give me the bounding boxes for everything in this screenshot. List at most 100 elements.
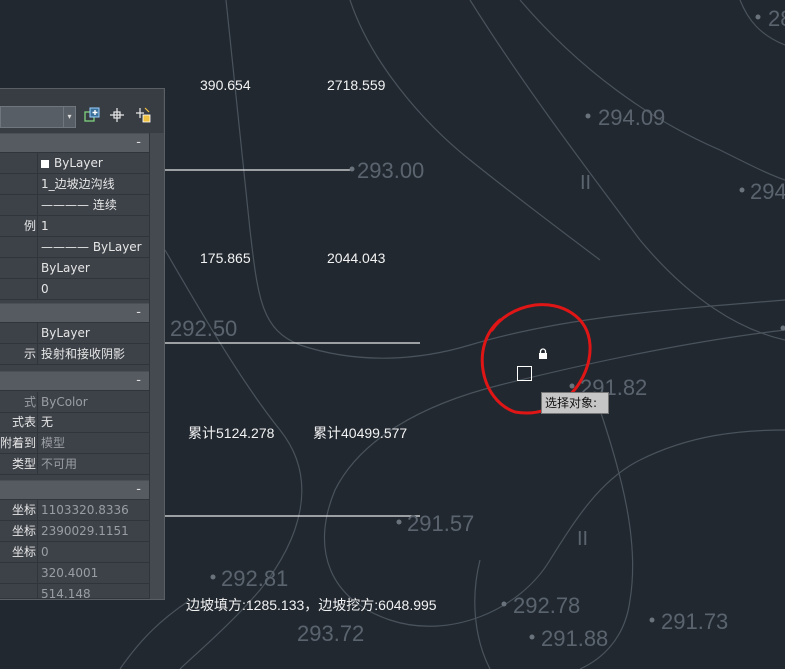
elevation-point [349,166,355,172]
elevation-label: 292.50 [170,316,238,341]
property-value[interactable]: 1 [37,216,149,236]
elevation-label: 291.57 [407,511,475,536]
property-row-lineweight[interactable]: ———— ByLayer [0,237,149,258]
property-key: 坐标 [11,545,36,559]
property-row-shadow-display[interactable]: 示投射和接收阴影 [0,344,149,365]
pickadd-toggle-icon[interactable] [134,107,152,125]
property-value[interactable]: 模型 [37,433,149,453]
table-value[interactable]: 2718.559 [327,77,385,93]
collapse-icon[interactable]: - [136,305,141,320]
property-key [0,258,37,278]
property-key [0,279,37,299]
property-value[interactable]: ByLayer [37,153,149,173]
property-value[interactable]: 2390029.1151 [37,521,149,541]
contour-line [519,0,785,181]
property-value[interactable]: 1_边坡边沟线 [37,174,149,194]
table-value[interactable]: 390.654 [200,77,251,93]
contour-line [119,599,191,669]
property-value[interactable]: 0 [37,279,149,299]
property-row-plot-style-table[interactable]: 式表无 [0,412,149,433]
collapse-icon[interactable]: - [136,373,141,388]
property-row-material[interactable]: ByLayer [0,323,149,344]
elevation-label: 28 [768,6,785,31]
contour-tick-mark: II [577,528,589,550]
cumulative-cut-value[interactable]: 累计40499.577 [313,423,407,443]
property-value[interactable]: ByLayer [37,323,149,343]
cumulative-fill-value[interactable]: 累计5124.278 [188,423,274,443]
elevation-point [739,187,745,193]
collapse-icon[interactable]: - [136,482,141,497]
section-header-plot-style[interactable]: - [0,371,149,391]
command-tooltip: 选择对象: [541,392,609,414]
property-row-x-coordinate[interactable]: 坐标 1103320.8336 [0,500,149,521]
section-header-3d-visualization[interactable]: - [0,303,149,323]
object-type-dropdown[interactable]: ▾ [0,106,76,128]
property-value[interactable]: 无 [37,412,149,432]
property-value[interactable]: 0 [37,542,149,562]
property-value[interactable]: ———— ByLayer [37,237,149,257]
properties-palette[interactable]: ▾ - ByLayer 1_边坡边沟线 ———— 连续 例1 ———— ByLa… [0,88,165,600]
elevation-point [585,113,591,119]
select-objects-icon[interactable] [108,107,126,125]
elevation-label: 291.73 [661,609,729,634]
property-key: 坐标 [11,503,36,517]
property-key [0,195,37,215]
property-value[interactable]: 1103320.8336 [37,500,149,520]
property-row-plot-table-type[interactable]: 类型 不可用 [0,454,149,475]
property-key: 附着到 [0,436,36,450]
elevation-label: 292.81 [221,566,289,591]
property-row-color[interactable]: ByLayer [0,153,149,174]
elevation-point [569,383,575,389]
property-value[interactable]: 不可用 [37,454,149,474]
contour-line [469,0,785,341]
color-swatch [41,159,49,168]
property-key: 例 [23,219,36,233]
property-row-linetype[interactable]: ———— 连续 [0,195,149,216]
property-key [0,323,37,343]
elevation-label: 294 [750,179,785,204]
property-key: 示 [23,347,36,361]
cursor-pickbox [517,366,532,381]
property-row-length[interactable]: 320.4001 [0,563,149,584]
elevation-point [501,601,507,607]
quick-select-icon[interactable] [83,107,101,125]
property-value[interactable]: ByLayer [37,258,149,278]
elevation-point [755,14,761,20]
contour-line [323,329,785,627]
palette-scrollbar[interactable] [149,133,164,599]
property-row-layer[interactable]: 1_边坡边沟线 [0,174,149,195]
elevation-label: 292.78 [513,593,581,618]
property-row-y-coordinate[interactable]: 坐标 2390029.1151 [0,521,149,542]
contour-line [349,0,601,261]
contour-tick-mark: II [580,172,592,194]
chevron-down-icon[interactable]: ▾ [63,107,75,127]
property-value[interactable]: 320.4001 [37,563,149,583]
elevation-label: 291.88 [541,626,609,651]
property-row-z-coordinate[interactable]: 坐标 0 [0,542,149,563]
lock-icon [538,348,548,362]
property-key: 类型 [11,457,36,471]
property-key [0,174,37,194]
section-header-general[interactable]: - [0,133,149,153]
property-value[interactable]: 投射和接收阴影 [37,344,149,364]
property-row-linetype-scale[interactable]: 例1 [0,216,149,237]
property-row-attached-to[interactable]: 附着到 模型 [0,433,149,454]
slope-fill-cut-summary[interactable]: 边坡填方:1285.133，边坡挖方:6048.995 [186,595,437,615]
property-row-plot-style-name[interactable]: 式 ByColor [0,392,149,413]
elevation-point [396,519,402,525]
property-value[interactable]: ByColor [37,392,149,412]
elevation-label: 294.09 [598,105,666,130]
property-value[interactable]: 514.148 [37,584,149,598]
property-value[interactable]: ———— 连续 [37,195,149,215]
section-header-geometry[interactable]: - [0,480,149,500]
collapse-icon[interactable]: - [136,135,141,150]
property-key [0,237,37,257]
property-row-plot-style[interactable]: ByLayer [0,258,149,279]
table-value[interactable]: 175.865 [200,250,251,266]
table-value[interactable]: 2044.043 [327,250,385,266]
elevation-label: 293.00 [357,158,425,183]
property-row-thickness[interactable]: 0 [0,279,149,300]
property-value-text: ByLayer [54,156,103,170]
palette-toolbar: ▾ [0,89,163,133]
property-row-total-length[interactable]: 514.148 [0,584,149,599]
